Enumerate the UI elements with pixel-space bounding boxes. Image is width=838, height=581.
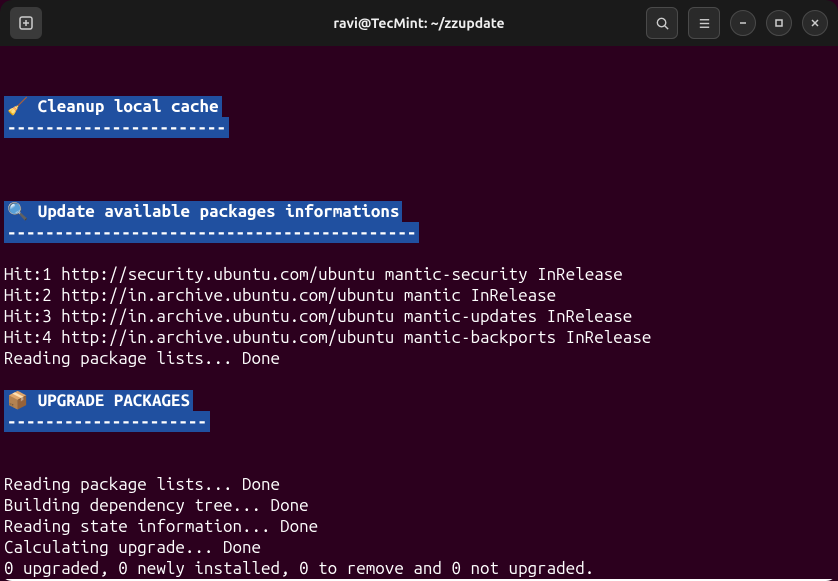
cleanup-header: 🧹 Cleanup local cache	[4, 96, 222, 117]
hit4-line: Hit:4 http://in.archive.ubuntu.com/ubunt…	[4, 327, 834, 348]
terminal-window: ravi@TecMint: ~/zzupdate	[0, 0, 838, 581]
cleanup-title: Cleanup local cache	[38, 97, 219, 116]
hit2-line: Hit:2 http://in.archive.ubuntu.com/ubunt…	[4, 285, 834, 306]
upgrade-title: UPGRADE PACKAGES	[38, 391, 190, 410]
titlebar-right	[646, 7, 828, 39]
summary-line: 0 upgraded, 0 newly installed, 0 to remo…	[4, 558, 834, 579]
broom-icon: 🧹	[7, 97, 28, 116]
update-title: Update available packages informations	[38, 202, 400, 221]
reading-line: Reading package lists... Done	[4, 348, 834, 369]
calculating-line: Calculating upgrade... Done	[4, 537, 834, 558]
maximize-button[interactable]	[766, 10, 792, 36]
upgrade-dashes: ---------------------	[4, 411, 210, 432]
search-button[interactable]	[646, 7, 678, 39]
menu-button[interactable]	[688, 7, 720, 39]
hit3-line: Hit:3 http://in.archive.ubuntu.com/ubunt…	[4, 306, 834, 327]
hit1-line: Hit:1 http://security.ubuntu.com/ubuntu …	[4, 264, 834, 285]
reading-state-line: Reading state information... Done	[4, 516, 834, 537]
titlebar-left	[10, 7, 42, 39]
magnifier-icon: 🔍	[7, 202, 28, 221]
package-icon: 📦	[7, 391, 28, 410]
building-line: Building dependency tree... Done	[4, 495, 834, 516]
upgrade-header: 📦 UPGRADE PACKAGES	[4, 390, 193, 411]
close-button[interactable]	[802, 10, 828, 36]
terminal-body[interactable]: 🧹 Cleanup local cache ------------------…	[0, 46, 838, 581]
window-title: ravi@TecMint: ~/zzupdate	[333, 15, 504, 31]
update-dashes: ----------------------------------------…	[4, 222, 419, 243]
minimize-button[interactable]	[730, 10, 756, 36]
titlebar: ravi@TecMint: ~/zzupdate	[0, 0, 838, 46]
new-tab-button[interactable]	[10, 7, 42, 39]
cleanup-dashes: -----------------------	[4, 117, 229, 138]
update-header: 🔍 Update available packages informations	[4, 201, 402, 222]
reading-pkg-line: Reading package lists... Done	[4, 474, 834, 495]
